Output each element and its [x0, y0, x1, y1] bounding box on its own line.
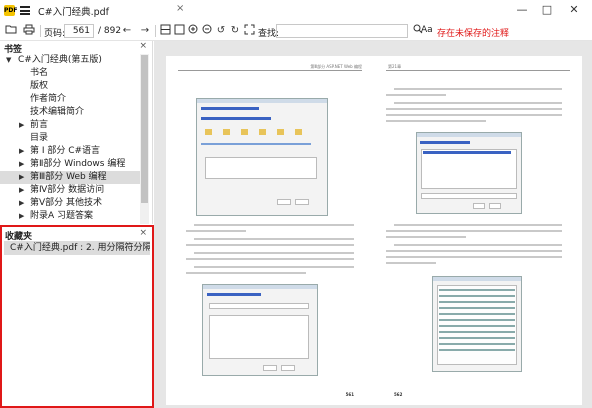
bookmark-item-selected[interactable]: ▶ 第Ⅲ部分 Web 编程: [0, 171, 140, 184]
page-number: 561: [345, 392, 354, 397]
app-window: PDF C#入门经典.pdf × — □ ✕ 页码: 561 / 892 ← →: [0, 0, 592, 408]
fullscreen-icon[interactable]: [242, 24, 256, 38]
previous-page-icon[interactable]: ←: [120, 24, 134, 38]
bookmark-item[interactable]: ▶ 第Ⅱ部分 Windows 编程: [0, 158, 140, 171]
toolbar-separator: [40, 25, 41, 37]
bookmark-item[interactable]: 版权: [0, 80, 140, 93]
header-rule: [178, 70, 362, 71]
bookmark-tree: ▼ C#入门经典(第五版) 书名 版权 作者简介 技术编辑简介 ▶ 前言 目录: [0, 54, 140, 224]
header-rule: [386, 70, 570, 71]
bookmark-item[interactable]: 目录: [0, 132, 140, 145]
next-page-icon[interactable]: →: [138, 24, 152, 38]
bookmark-label: 第 Ⅰ 部分 C#语言: [30, 146, 101, 156]
total-pages: / 892: [98, 26, 122, 36]
maximize-button[interactable]: □: [539, 2, 555, 18]
bookmark-item[interactable]: ▶ 附录A 习题答案: [0, 210, 140, 223]
expand-arrow-icon[interactable]: ▶: [19, 158, 24, 171]
title-bar: PDF C#入门经典.pdf × — □ ✕: [0, 0, 592, 21]
find-input[interactable]: [276, 24, 408, 38]
bookmark-label: 第Ⅱ部分 Windows 编程: [30, 159, 126, 169]
zoom-out-icon[interactable]: [200, 24, 214, 38]
bookmark-item[interactable]: ▶ 第Ⅳ部分 数据访问: [0, 184, 140, 197]
expand-arrow-icon[interactable]: ▶: [19, 119, 24, 132]
hamburger-menu-icon[interactable]: [20, 6, 30, 15]
expand-arrow-icon[interactable]: ▶: [19, 145, 24, 158]
collapse-arrow-icon[interactable]: ▼: [6, 54, 11, 67]
rotate-right-icon[interactable]: ↻: [228, 24, 242, 38]
expand-arrow-icon[interactable]: ▶: [19, 171, 24, 184]
screenshot-figure: [202, 284, 318, 376]
bookmark-item[interactable]: ▶ 第Ⅴ部分 其他技术: [0, 197, 140, 210]
expand-arrow-icon[interactable]: ▶: [19, 197, 24, 210]
tab-close-icon[interactable]: ×: [176, 3, 184, 14]
bookmark-scrollbar-thumb[interactable]: [141, 55, 148, 203]
pdf-page-left: 第Ⅲ部分 ASP.NET Web 编程 561: [166, 56, 374, 405]
open-folder-icon[interactable]: [4, 24, 18, 38]
favorite-item[interactable]: C#入门经典.pdf : 2. 用分隔符分隔的: [4, 241, 150, 255]
bookmark-item[interactable]: ▶ 前言: [0, 119, 140, 132]
bookmark-item[interactable]: 书名: [0, 67, 140, 80]
screenshot-figure: [416, 132, 522, 214]
bookmarks-panel: 书签 × ▼ C#入门经典(第五版) 书名 版权 作者简介 技术编辑简介 ▶ 前…: [0, 41, 153, 224]
screenshot-figure: [196, 98, 328, 216]
bookmark-label: 第Ⅳ部分 数据访问: [30, 185, 105, 195]
bookmarks-close-icon[interactable]: ×: [139, 41, 147, 51]
toolbar-separator: [155, 25, 156, 37]
expand-arrow-icon[interactable]: ▶: [19, 210, 24, 223]
bookmark-item[interactable]: 作者简介: [0, 93, 140, 106]
expand-arrow-icon[interactable]: ▶: [19, 184, 24, 197]
bookmark-item[interactable]: ▶ 第 Ⅰ 部分 C#语言: [0, 145, 140, 158]
zoom-in-icon[interactable]: [186, 24, 200, 38]
page-number-input[interactable]: 561: [64, 24, 94, 38]
bookmark-label: C#入门经典(第五版): [18, 55, 102, 65]
rotate-left-icon[interactable]: ↺: [214, 24, 228, 38]
page-label: 页码:: [44, 29, 66, 39]
bookmark-label: 第Ⅲ部分 Web 编程: [30, 172, 107, 182]
document-tab-title[interactable]: C#入门经典.pdf: [38, 4, 109, 18]
close-window-button[interactable]: ✕: [566, 2, 582, 18]
bookmarks-header: 书签 ×: [0, 41, 153, 55]
page-number: 562: [394, 392, 403, 397]
unsaved-annotations-notice[interactable]: 存在未保存的注释: [437, 26, 509, 39]
bookmark-item[interactable]: ▼ C#入门经典(第五版): [0, 54, 140, 67]
bookmark-label: 第Ⅴ部分 其他技术: [30, 198, 103, 208]
toolbar: 页码: 561 / 892 ← → ↺ ↻ 查找: Aa 存在未保存的注释: [0, 21, 592, 41]
screenshot-figure: [432, 276, 522, 372]
favorites-panel: 收藏夹 × C#入门经典.pdf : 2. 用分隔符分隔的: [0, 225, 154, 408]
bookmark-label: 前言: [30, 120, 49, 130]
fit-page-icon[interactable]: [172, 24, 186, 38]
bookmark-label: 版权: [30, 81, 49, 91]
single-page-icon[interactable]: [158, 24, 172, 38]
bookmark-label: 书名: [30, 68, 49, 78]
pdf-page-right: 第21章 562: [374, 56, 582, 405]
document-view[interactable]: 第Ⅲ部分 ASP.NET Web 编程 561 第21章 562: [154, 41, 592, 408]
app-logo-icon: PDF: [4, 5, 18, 16]
bookmark-label: 技术编辑简介: [30, 107, 85, 117]
bookmark-label: 附录A 习题答案: [30, 211, 94, 221]
favorites-close-icon[interactable]: ×: [139, 228, 147, 238]
minimize-button[interactable]: —: [514, 2, 530, 18]
bookmark-label: 目录: [30, 133, 49, 143]
font-size-icon[interactable]: Aa: [421, 25, 433, 35]
bookmark-label: 作者简介: [30, 94, 67, 104]
print-icon[interactable]: [22, 24, 36, 38]
bookmark-item[interactable]: 技术编辑简介: [0, 106, 140, 119]
